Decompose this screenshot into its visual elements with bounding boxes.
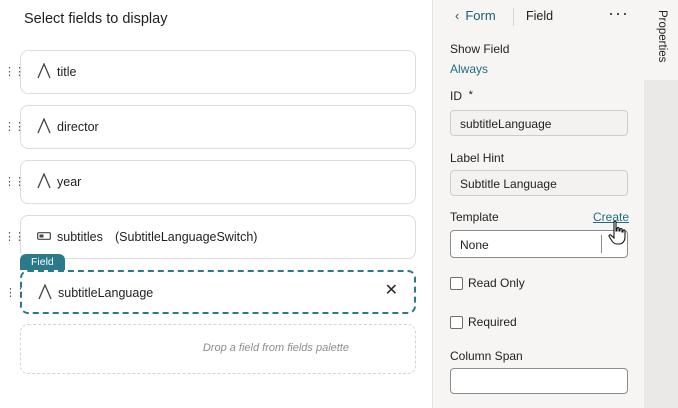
template-label: Template [450,210,499,224]
field-row-year[interactable]: ⋮⋮ year [4,160,416,204]
chevron-left-icon: ‹ [455,8,460,23]
text-field-icon [37,173,51,189]
field-row-title[interactable]: ⋮⋮ title [4,50,416,94]
panel-header: ‹ Form Field ··· [433,0,645,34]
id-input[interactable]: subtitleLanguage [450,110,628,136]
properties-tab-label: Properties [656,10,668,63]
read-only-label: Read Only [468,276,525,290]
properties-tab-label-wrap[interactable]: Properties [646,10,676,70]
select-divider [601,235,602,253]
back-label: Form [465,8,496,23]
field-label: year [57,175,82,189]
required-asterisk: * [468,89,473,101]
field-label: subtitleLanguage [58,286,154,300]
id-label: ID * [450,89,473,103]
more-icon[interactable]: ··· [608,3,629,24]
template-selected-value: None [460,238,489,252]
divider [513,8,514,26]
required-label: Required [468,315,517,329]
text-field-icon [37,63,51,79]
drag-handle-icon[interactable]: ⋮⋮ [4,175,25,188]
field-component-name: (SubtitleLanguageSwitch) [115,230,258,244]
text-field-icon [38,284,52,300]
field-label: title [57,65,77,79]
field-row-director[interactable]: ⋮⋮ director [4,105,416,149]
text-field-icon [37,118,51,134]
field-row-subtitleLanguage[interactable]: ⋮⋮ subtitleLanguage ✕ [5,270,416,314]
field-label: subtitles [57,230,103,244]
column-span-label: Column Span [450,349,523,363]
label-hint-label: Label Hint [450,151,505,165]
properties-panel: ‹ Form Field ··· Show Field Always ID * s… [432,0,645,408]
selected-field-tag: Field [20,254,65,270]
remove-field-icon[interactable]: ✕ [385,283,398,299]
drag-handle-icon[interactable]: ⋮⋮ [4,230,25,243]
drag-handle-icon[interactable]: ⋮⋮ [4,65,25,78]
show-field-value[interactable]: Always [450,62,488,76]
drop-zone[interactable]: Drop a field from fields palette [20,324,416,374]
drag-handle-icon[interactable]: ⋮⋮ [4,120,25,133]
hand-pointer-icon [608,220,626,245]
canvas-title: Select fields to display [24,11,168,27]
required-checkbox[interactable] [450,316,463,329]
show-field-label: Show Field [450,42,510,56]
back-to-form-link[interactable]: ‹ Form [455,8,496,23]
column-span-input[interactable] [450,368,628,394]
form-canvas: Select fields to display ⋮⋮ title ⋮⋮ dir… [0,0,432,408]
drop-hint: Drop a field from fields palette [202,342,349,354]
label-hint-input[interactable]: Subtitle Language [450,170,628,196]
field-label: director [57,120,99,134]
switch-field-icon [37,232,51,240]
read-only-checkbox[interactable] [450,277,463,290]
drag-handle-icon[interactable]: ⋮⋮ [5,286,26,299]
template-select[interactable]: None [450,230,628,258]
id-label-text: ID [450,89,462,103]
panel-title: Field [526,9,554,23]
field-row-subtitles[interactable]: ⋮⋮ subtitles (SubtitleLanguageSwitch) [4,215,416,259]
side-tab-strip: Properties [644,0,678,408]
